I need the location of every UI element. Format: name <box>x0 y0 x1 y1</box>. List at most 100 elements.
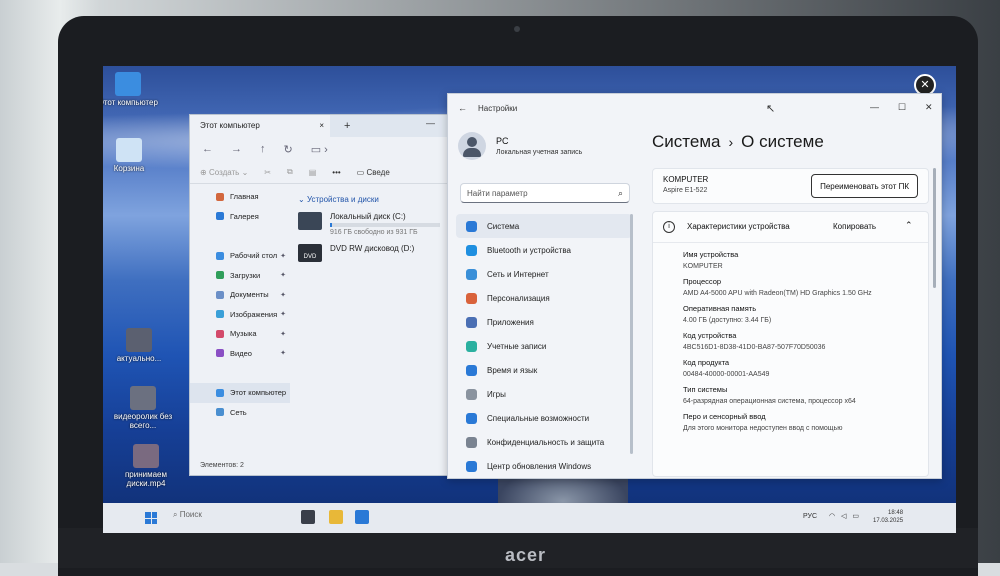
task-view-icon[interactable] <box>301 510 315 524</box>
sidebar-item-music[interactable]: Музыка ✦ <box>190 324 290 344</box>
settings-search-input[interactable]: Найти параметр ⌕ <box>460 183 630 203</box>
taskbar-clock[interactable]: 18:48 17.03.2025 <box>873 509 903 525</box>
copy-button[interactable]: Копировать <box>833 222 876 231</box>
desktop-icon-video-1[interactable]: актуально... <box>107 328 171 363</box>
desktop-icon-this-pc[interactable]: Этот компьютер <box>103 72 160 107</box>
nav-item[interactable]: Приложения <box>456 310 632 334</box>
nav-item-label: Игры <box>487 389 506 399</box>
back-arrow-icon[interactable]: ← <box>458 103 467 113</box>
desktop-icon-label: актуально... <box>116 354 162 363</box>
nav-item[interactable]: Bluetooth и устройства <box>456 238 632 262</box>
cut-icon[interactable]: ✂ <box>264 168 271 177</box>
spec-key: Код устройства <box>683 331 737 340</box>
drive-free-space: 916 ГБ свободно из 931 ГБ <box>330 229 418 236</box>
desktop-icon-video-3[interactable]: принимаем диски.mp4 <box>114 444 178 488</box>
nav-item[interactable]: Игры <box>456 382 632 406</box>
explorer-tab[interactable]: Этот компьютер × <box>190 115 330 137</box>
computer-path-icon[interactable]: ▭ › <box>311 143 328 156</box>
pin-icon[interactable]: ✦ <box>280 330 286 338</box>
back-arrow-icon[interactable]: ← <box>202 143 213 155</box>
breadcrumb: Система › О системе <box>652 132 824 152</box>
sidebar-item-home[interactable]: Главная <box>190 187 290 207</box>
nav-item[interactable]: Система <box>456 214 632 238</box>
device-name-card: KOMPUTER Aspire E1-522 Переименовать это… <box>652 168 929 204</box>
maximize-icon[interactable]: ☐ <box>898 102 906 113</box>
explorer-sidebar: Главная Галерея Рабочий стол ✦ Загрузки ✦ … <box>190 187 290 465</box>
device-specs-card: i Характеристики устройства Копировать ⌃… <box>652 211 929 477</box>
specs-header[interactable]: i Характеристики устройства Копировать ⌃ <box>653 212 928 243</box>
sidebar-item-gallery[interactable]: Галерея <box>190 207 290 227</box>
sidebar-item-video[interactable]: Видео ✦ <box>190 344 290 364</box>
chevron-up-icon[interactable]: ⌃ <box>905 220 913 231</box>
system-tray: РУС ◠ ◁ ▭ <box>803 512 859 520</box>
sidebar-item-documents[interactable]: Документы ✦ <box>190 285 290 305</box>
nav-scrollbar[interactable] <box>630 214 633 454</box>
details-button[interactable]: ▭ Сведе <box>357 168 390 177</box>
close-tab-icon[interactable]: × <box>319 115 324 137</box>
taskbar-search[interactable]: ⌕ Поиск <box>173 510 202 520</box>
pin-icon[interactable]: ✦ <box>280 252 286 260</box>
desktop-icon-recycle-bin[interactable]: Корзина <box>103 138 161 173</box>
spec-value: 4BC516D1-8D38-41D0-BA87-507F70D50036 <box>683 344 826 351</box>
sidebar-item-label: Загрузки <box>230 270 261 280</box>
paste-icon[interactable]: ▤ <box>309 168 317 177</box>
nav-item[interactable]: Сеть и Интернет <box>456 262 632 286</box>
drive-usage-fill <box>330 223 333 227</box>
details-label: Сведе <box>366 167 390 177</box>
up-arrow-icon[interactable]: ↑ <box>260 143 266 155</box>
more-icon[interactable]: ••• <box>332 168 340 177</box>
file-explorer-icon[interactable] <box>329 510 343 524</box>
search-icon[interactable]: ⌕ <box>618 188 623 199</box>
nav-item[interactable]: Персонализация <box>456 286 632 310</box>
desktop-icon-label: видеоролик без всего... <box>113 412 173 430</box>
sidebar-item-desktop[interactable]: Рабочий стол ✦ <box>190 246 290 266</box>
pin-icon[interactable]: ✦ <box>280 291 286 299</box>
language-indicator[interactable]: РУС <box>803 513 817 520</box>
desktop-icon-video-2[interactable]: видеоролик без всего... <box>111 386 175 430</box>
settings-gear-icon[interactable] <box>355 510 369 524</box>
breadcrumb-parent[interactable]: Система <box>652 132 720 151</box>
spec-key: Имя устройства <box>683 250 739 259</box>
refresh-icon[interactable]: ↻ <box>284 143 293 156</box>
pin-icon[interactable]: ✦ <box>280 349 286 357</box>
dvd-drive-icon: DVD <box>298 244 322 262</box>
sidebar-item-this-pc[interactable]: Этот компьютер <box>190 383 290 403</box>
search-placeholder: Найти параметр <box>467 188 528 198</box>
user-profile[interactable]: PC Локальная учетная запись <box>458 132 582 160</box>
main-scrollbar[interactable] <box>933 168 936 288</box>
pin-icon[interactable]: ✦ <box>280 271 286 279</box>
sidebar-item-label: Документы <box>230 290 269 300</box>
new-tab-icon[interactable]: + <box>344 120 350 132</box>
nav-item[interactable]: Конфиденциальность и защита <box>456 430 632 454</box>
wifi-icon[interactable]: ◠ <box>829 513 835 520</box>
close-icon[interactable]: ✕ <box>925 102 933 113</box>
spec-value: 4.00 ГБ (доступно: 3.44 ГБ) <box>683 317 772 324</box>
nav-item-label: Система <box>487 221 520 231</box>
minimize-icon[interactable]: — <box>870 102 879 112</box>
drive-name: DVD RW дисковод (D:) <box>330 244 415 253</box>
battery-icon[interactable]: ▭ <box>852 513 859 520</box>
nav-item[interactable]: Время и язык <box>456 358 632 382</box>
images-icon <box>216 310 224 319</box>
sidebar-item-downloads[interactable]: Загрузки ✦ <box>190 266 290 286</box>
forward-arrow-icon[interactable]: → <box>231 143 242 155</box>
minimize-icon[interactable]: — <box>426 118 435 128</box>
sidebar-item-label: Рабочий стол <box>230 251 278 261</box>
sidebar-item-network[interactable]: Сеть <box>190 403 290 423</box>
drive-usage-bar <box>330 223 440 227</box>
nav-item[interactable]: Специальные возможности <box>456 406 632 430</box>
specs-list: Имя устройства KOMPUTER Процессор AMD A4-50… <box>653 250 928 432</box>
nav-item[interactable]: Центр обновления Windows <box>456 454 632 478</box>
copy-icon[interactable]: ⧉ <box>287 167 293 177</box>
sidebar-item-images[interactable]: Изображения ✦ <box>190 305 290 325</box>
rename-pc-button[interactable]: Переименовать этот ПК <box>811 174 918 198</box>
volume-icon[interactable]: ◁ <box>841 513 846 520</box>
spec-value: 00484-40000-00001-AA549 <box>683 371 770 378</box>
create-button[interactable]: ⊕ Создать ⌄ <box>200 168 248 177</box>
video-icon <box>216 349 224 358</box>
pin-icon[interactable]: ✦ <box>280 310 286 318</box>
desktop-folder-icon <box>216 251 224 260</box>
windows-start-icon[interactable] <box>145 512 157 524</box>
nav-item[interactable]: Учетные записи <box>456 334 632 358</box>
